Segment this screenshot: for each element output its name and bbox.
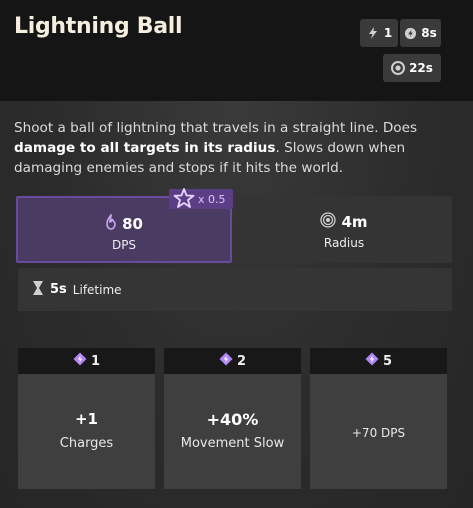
radius-value: 4m: [341, 213, 368, 231]
upgrade-tier-1-value: +1: [74, 410, 98, 428]
cooldown-icon: [404, 27, 417, 40]
upgrade-tier-3-header: 5: [310, 348, 447, 374]
ability-header: Lightning Ball 1 8s 22s: [0, 0, 473, 101]
radius-label: Radius: [323, 236, 365, 250]
upgrade-tier-1-header: 1: [18, 348, 155, 374]
ability-point-icon: [365, 352, 379, 370]
spirit-flame-icon: [105, 212, 117, 234]
upgrade-tier-2-cost: 2: [236, 353, 247, 369]
upgrade-tier-3[interactable]: 5 +70 DPS: [310, 348, 447, 489]
spirit-star-icon: [172, 187, 196, 212]
upgrade-tier-2-header: 2: [164, 348, 301, 374]
upgrade-tier-1-cost: 1: [90, 353, 101, 369]
multiplier-value: x 0.5: [198, 192, 226, 206]
radius-rings-icon: [320, 212, 337, 232]
radius-stat: 4m Radius: [236, 196, 452, 263]
cooldown-value: 8s: [421, 26, 437, 40]
upgrade-tier-3-value: +70 DPS: [351, 426, 406, 440]
upgrade-tier-2[interactable]: 2 +40% Movement Slow: [164, 348, 301, 489]
ability-description: Shoot a ball of lightning that travels i…: [14, 118, 454, 178]
ability-point-icon: [219, 352, 233, 370]
hourglass-icon: [32, 280, 44, 299]
dps-value: 80: [122, 215, 143, 233]
dps-label: DPS: [111, 238, 137, 252]
recharge-icon: [391, 61, 406, 75]
lifetime-label: Lifetime: [72, 282, 122, 297]
upgrade-tier-2-label: Movement Slow: [180, 436, 285, 451]
lifetime-value: 5s: [50, 282, 67, 297]
lifetime-stat: 5s Lifetime: [18, 268, 452, 311]
upgrade-tier-1-label: Charges: [59, 436, 114, 451]
description-highlight: damage to all targets in its radius: [14, 140, 276, 156]
cooldown-chip: 8s: [400, 19, 441, 47]
charges-value: 1: [383, 26, 393, 40]
description-text-1: Shoot a ball of lightning that travels i…: [14, 120, 418, 136]
ability-point-icon: [73, 352, 87, 370]
upgrade-tier-2-value: +40%: [206, 410, 259, 429]
upgrade-tier-1[interactable]: 1 +1 Charges: [18, 348, 155, 489]
spirit-multiplier-badge: x 0.5: [169, 187, 233, 212]
ability-title: Lightning Ball: [14, 14, 183, 39]
lightning-bolt-icon: [366, 26, 380, 40]
recharge-value: 22s: [409, 61, 433, 75]
upgrade-tier-3-cost: 5: [382, 353, 393, 369]
recharge-chip: 22s: [383, 54, 441, 82]
charges-chip: 1: [360, 19, 398, 47]
